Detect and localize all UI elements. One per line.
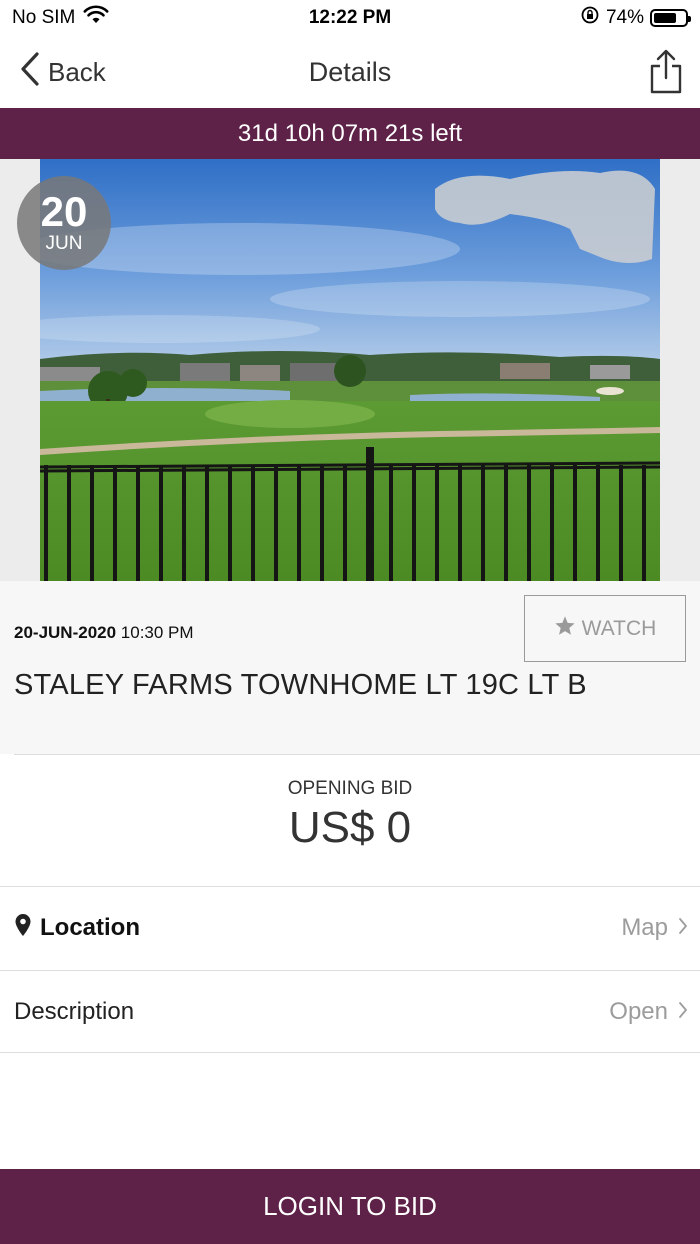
status-left: No SIM <box>12 5 109 31</box>
battery-percent: 74% <box>605 7 644 28</box>
auction-time: 10:30 PM <box>120 623 194 642</box>
countdown-text: 31d 10h 07m 21s left <box>237 119 463 147</box>
auction-datetime: 20-JUN-2020 10:30 PM <box>14 623 194 643</box>
share-icon <box>646 49 686 100</box>
wifi-icon <box>83 5 109 31</box>
open-label: Open <box>609 997 668 1025</box>
back-label: Back <box>48 56 106 87</box>
orientation-lock-icon <box>580 5 600 31</box>
description-label: Description <box>14 997 135 1025</box>
location-row-left: Location <box>14 913 140 944</box>
date-badge: 20 JUN <box>17 176 111 270</box>
lot-info: 20-JUN-2020 10:30 PM WATCH STALEY FARMS … <box>0 581 700 754</box>
battery-icon <box>650 9 691 27</box>
map-label: Map <box>621 914 668 941</box>
chevron-left-icon <box>20 51 40 94</box>
status-bar: No SIM 12:22 PM 74% <box>0 0 700 36</box>
opening-bid: OPENING BID US$ 0 <box>0 755 700 886</box>
date-badge-month: JUN <box>45 233 83 254</box>
share-button[interactable] <box>646 48 686 96</box>
watch-button[interactable]: WATCH <box>524 595 686 662</box>
watch-label: WATCH <box>581 616 657 640</box>
opening-bid-label: OPENING BID <box>287 778 413 799</box>
lot-title: STALEY FARMS TOWNHOME LT 19C LT B <box>14 669 587 701</box>
back-button[interactable]: Back <box>20 51 106 94</box>
photo-area: 20 JUN <box>0 159 700 581</box>
login-to-bid-label: LOGIN TO BID <box>263 1191 437 1221</box>
location-label: Location <box>40 914 140 941</box>
navigation-bar: Back Details <box>0 36 700 108</box>
date-badge-day: 20 <box>40 188 88 235</box>
star-icon <box>554 615 576 643</box>
login-to-bid-button[interactable]: LOGIN TO BID <box>0 1169 700 1244</box>
countdown-banner: 31d 10h 07m 21s left <box>0 108 700 159</box>
open-link[interactable]: Open <box>609 998 688 1026</box>
opening-bid-value: US$ 0 <box>288 803 412 852</box>
description-row-left: Description <box>14 998 134 1026</box>
property-photo[interactable] <box>40 159 660 581</box>
location-pin-icon <box>14 913 32 944</box>
location-row[interactable]: Location Map <box>0 886 700 969</box>
chevron-right-icon <box>678 998 688 1026</box>
status-right: 74% <box>580 5 691 31</box>
carrier-label: No SIM <box>12 7 76 28</box>
auction-date: 20-JUN-2020 <box>14 623 117 642</box>
description-row[interactable]: Description Open <box>0 970 700 1053</box>
battery-fill <box>654 13 677 23</box>
map-link[interactable]: Map <box>621 914 688 942</box>
chevron-right-icon <box>678 914 688 942</box>
